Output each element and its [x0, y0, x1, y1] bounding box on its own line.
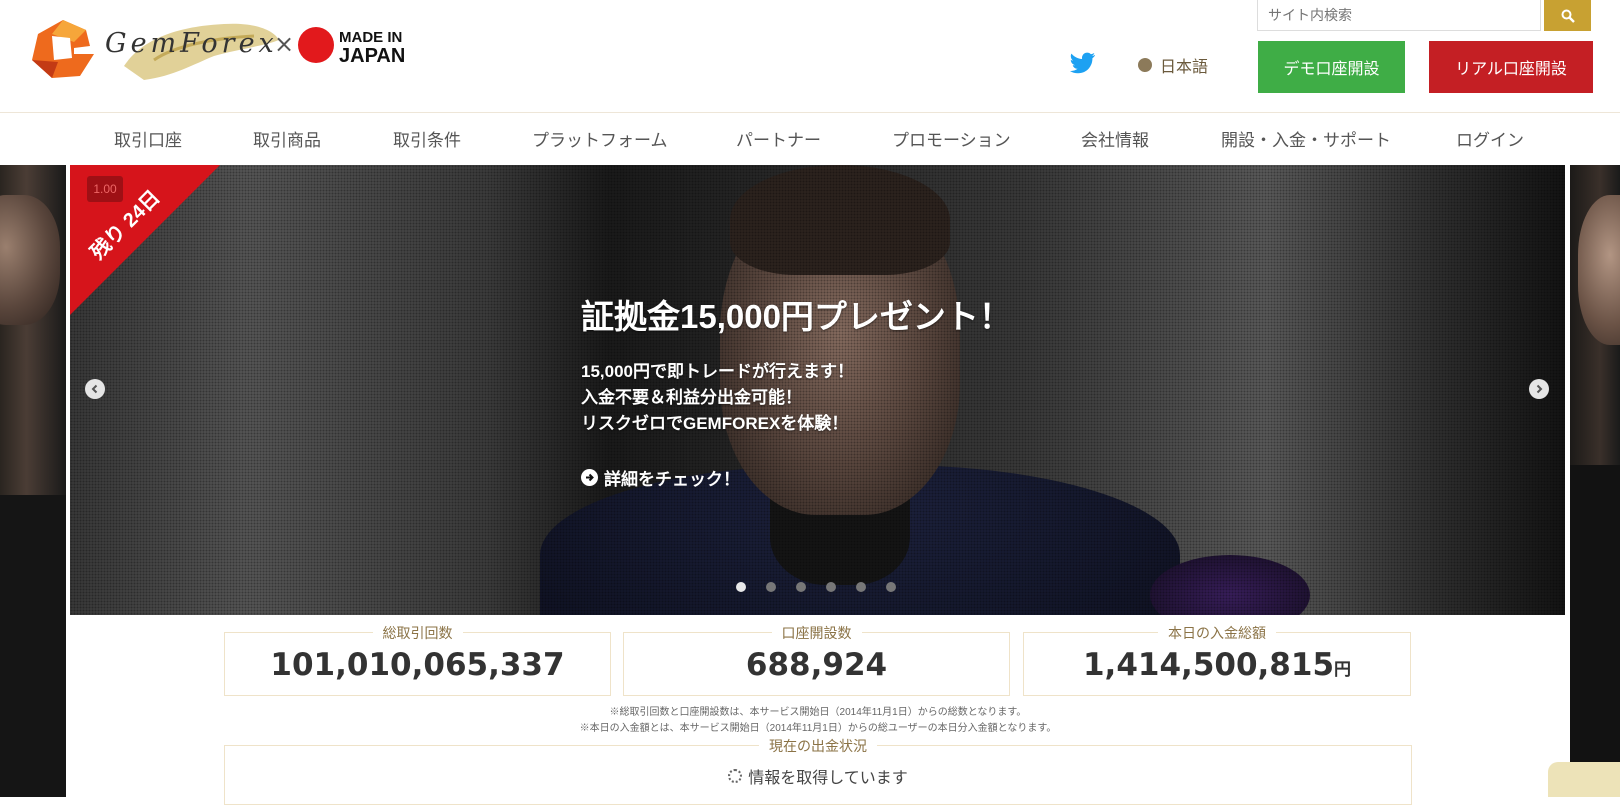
stat-total-trades: 総取引回数 101,010,065,337 [224, 625, 611, 696]
demo-account-button[interactable]: デモ口座開設 [1258, 41, 1405, 93]
nav-item-support[interactable]: 開設・入金・サポート [1221, 126, 1391, 151]
nav-item-company[interactable]: 会社情報 [1081, 126, 1149, 151]
pager-dot-6[interactable] [886, 582, 896, 592]
pager-dot-4[interactable] [826, 582, 836, 592]
pager-dot-3[interactable] [796, 582, 806, 592]
search-button[interactable] [1544, 0, 1591, 31]
logo-wordmark: GemForex [105, 28, 278, 59]
chevron-right-icon [1536, 384, 1543, 394]
globe-icon [1138, 58, 1152, 72]
slide-line-3: リスクゼロでGEMFOREXを体験！ [581, 414, 849, 433]
prev-slide-shirt [0, 495, 66, 797]
language-selector[interactable]: 日本語 [1138, 53, 1208, 77]
pager-dot-2[interactable] [766, 582, 776, 592]
language-label: 日本語 [1160, 59, 1209, 76]
nav-item-accounts[interactable]: 取引口座 [114, 126, 182, 151]
slide-line-2: 入金不要＆利益分出金可能！ [581, 388, 802, 407]
carousel-next-button[interactable] [1529, 379, 1549, 399]
nav-item-login[interactable]: ログイン [1456, 126, 1524, 151]
stat-total-trades-value: 101,010,065,337 [270, 647, 565, 683]
nav-item-platform[interactable]: プラットフォーム [532, 126, 668, 151]
chevron-left-icon [91, 384, 98, 394]
stat-todays-deposits: 本日の入金総額 1,414,500,815円 [1023, 625, 1411, 696]
real-account-button[interactable]: リアル口座開設 [1429, 41, 1593, 93]
carousel-pager [736, 582, 896, 592]
nav-item-products[interactable]: 取引商品 [253, 126, 321, 151]
carousel-prev-button[interactable] [85, 379, 105, 399]
chat-widget-tab[interactable] [1548, 762, 1620, 797]
next-slide-shirt [1570, 465, 1620, 797]
search-icon [1561, 9, 1575, 23]
withdrawal-loading-text: 情報を取得しています [748, 770, 908, 787]
japan-flag-icon [298, 27, 334, 63]
stats-note-1: ※総取引回数と口座開設数は、本サービス開始日（2014年11月1日）からの総数と… [609, 707, 1027, 718]
pager-dot-1[interactable] [736, 582, 746, 592]
next-slide-peek[interactable] [1570, 165, 1620, 797]
made-in-japan-label: MADE IN JAPAN [339, 29, 406, 67]
gemforex-logo[interactable]: GemForex × MADE IN JAPAN [30, 16, 410, 86]
stat-accounts-opened-label: 口座開設数 [771, 625, 862, 641]
slide-speed-badge: 1.00 [87, 176, 123, 202]
slide-line-1: 15,000円で即トレードが行えます！ [581, 362, 854, 381]
stat-currency-unit: 円 [1334, 660, 1352, 680]
withdrawal-loading: 情報を取得しています [225, 764, 1411, 788]
stat-todays-deposits-label: 本日の入金総額 [1158, 625, 1276, 641]
slide-details-link[interactable]: 詳細をチェック！ [581, 465, 740, 490]
site-header: GemForex × MADE IN JAPAN 日本語 デモ口座開設 リアル口… [0, 0, 1620, 113]
japan-text: JAPAN [339, 45, 406, 67]
nav-item-promotion[interactable]: プロモーション [892, 126, 1011, 151]
stat-total-trades-label: 総取引回数 [372, 625, 463, 641]
slide-description: 15,000円で即トレードが行えます！ 入金不要＆利益分出金可能！ リスクゼロで… [581, 359, 854, 437]
made-in-text: MADE IN [339, 29, 403, 46]
gemforex-g-icon [32, 20, 94, 78]
twitter-icon[interactable] [1070, 52, 1096, 74]
stat-accounts-opened: 口座開設数 688,924 [623, 625, 1010, 696]
next-slide-image [1578, 195, 1620, 345]
stat-todays-deposits-value: 1,414,500,815円 [1082, 647, 1352, 683]
stats-note-2: ※本日の入金額とは、本サービス開始日（2014年11月1日）からの総ユーザーの本… [579, 723, 1057, 734]
logo-times-sign: × [274, 30, 295, 58]
stat-accounts-opened-value: 688,924 [745, 647, 888, 683]
arrow-circle-right-icon [581, 469, 598, 486]
main-nav: 取引口座 取引商品 取引条件 プラットフォーム パートナー プロモーション 会社… [0, 114, 1620, 164]
site-search-input[interactable] [1257, 0, 1541, 31]
loading-spinner-icon [728, 769, 743, 783]
slide-headline: 証拠金15,000円プレゼント！ [581, 298, 1012, 335]
prev-slide-peek[interactable] [0, 165, 66, 797]
withdrawal-status-panel: 現在の出金状況 情報を取得しています [224, 738, 1412, 805]
prev-slide-image [0, 195, 60, 325]
pager-dot-5[interactable] [856, 582, 866, 592]
nav-item-partner[interactable]: パートナー [736, 126, 821, 151]
withdrawal-status-title: 現在の出金状況 [759, 738, 877, 754]
nav-item-conditions[interactable]: 取引条件 [393, 126, 461, 151]
slide-details-label: 詳細をチェック！ [604, 470, 740, 489]
